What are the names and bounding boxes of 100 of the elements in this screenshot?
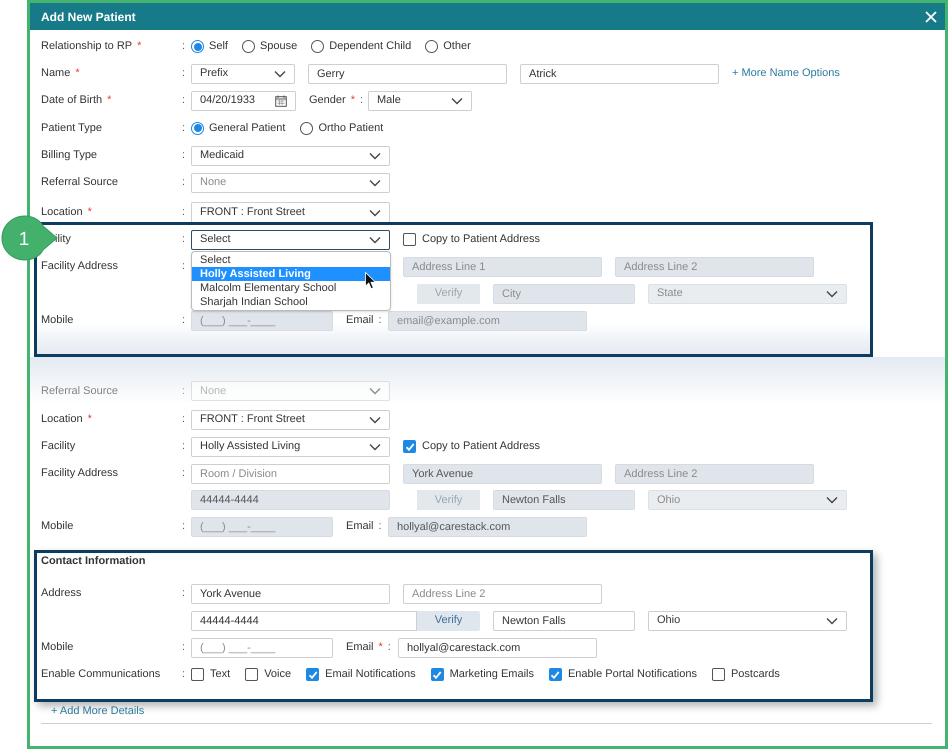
- radio-button[interactable]: [242, 40, 255, 53]
- checkbox-label: Enable Portal Notifications: [568, 667, 697, 682]
- chevron-icon: [826, 290, 838, 298]
- dialog-title: Add New Patient: [41, 8, 136, 26]
- label-colon: :: [378, 313, 382, 328]
- checkbox[interactable]: [191, 668, 204, 681]
- field-label: Facility Address: [41, 259, 118, 274]
- dropdown-option[interactable]: Malcolm Elementary School: [192, 281, 390, 295]
- label-colon: :: [378, 519, 382, 534]
- radio-button[interactable]: [191, 122, 204, 134]
- radio-button[interactable]: [425, 40, 438, 53]
- required-mark: *: [75, 66, 80, 82]
- chevron-icon: [451, 96, 463, 104]
- checkbox-label: Postcards: [730, 667, 780, 682]
- checkmark-icon: [432, 670, 442, 680]
- dropdown[interactable]: Select: [191, 230, 390, 250]
- dropdown-option[interactable]: Select: [192, 253, 390, 267]
- label-colon: :: [182, 640, 186, 656]
- dropdown[interactable]: Medicaid: [191, 146, 390, 166]
- checkbox-label: Copy to Patient Address: [422, 232, 540, 248]
- date-field[interactable]: 04/20/1933: [191, 90, 296, 110]
- label-colon: :: [182, 66, 186, 82]
- input-field[interactable]: 44444-4444: [191, 610, 417, 630]
- checkbox[interactable]: [403, 440, 416, 453]
- field-label: Patient Type: [41, 120, 102, 136]
- label-colon: :: [182, 175, 186, 190]
- label-colon: :: [182, 667, 186, 682]
- field-label: Mobile: [41, 519, 74, 534]
- field-label: Referral Source: [41, 384, 118, 399]
- input-field[interactable]: (___) ___-____: [191, 638, 333, 658]
- field-label: Mobile: [41, 313, 74, 328]
- verify-button[interactable]: Verify: [417, 610, 480, 630]
- checkbox[interactable]: [712, 668, 725, 681]
- label-colon: :: [182, 466, 186, 482]
- input-field[interactable]: hollyal@carestack.com: [398, 638, 597, 658]
- input-field[interactable]: Gerry: [308, 64, 507, 84]
- label-colon: :: [182, 384, 186, 399]
- dropdown[interactable]: Ohio: [648, 610, 847, 630]
- checkbox[interactable]: [548, 668, 562, 681]
- input-field[interactable]: Atrick: [520, 64, 719, 84]
- dropdown[interactable]: Prefix: [191, 64, 295, 84]
- label-colon: :: [182, 39, 186, 54]
- label-colon: :: [182, 148, 186, 164]
- checkbox[interactable]: [403, 233, 416, 246]
- chevron-icon: [369, 152, 381, 160]
- field-label: Address: [41, 586, 82, 602]
- input-field[interactable]: York Avenue: [191, 584, 390, 604]
- more-name-options-link[interactable]: + More Name Options: [732, 65, 840, 82]
- radio-label: Dependent Child: [329, 39, 412, 54]
- chevron-icon: [274, 70, 286, 78]
- radio-label: Self: [209, 39, 228, 54]
- radio-label: Ortho Patient: [318, 120, 384, 136]
- field-label: Email: [346, 313, 374, 328]
- chevron-icon: [826, 496, 838, 504]
- input-field[interactable]: Newton Falls: [493, 610, 635, 630]
- radio-button[interactable]: [311, 40, 324, 53]
- checkbox[interactable]: [245, 668, 258, 681]
- field-label: Mobile: [41, 640, 74, 656]
- calendar-icon: [275, 94, 287, 106]
- chevron-icon: [369, 416, 381, 424]
- input-field[interactable]: Room / Division: [191, 464, 390, 484]
- field-label: Date of Birth: [41, 93, 102, 108]
- chevron-icon: [369, 387, 381, 395]
- dropdown[interactable]: FRONT : Front Street: [191, 410, 390, 430]
- required-mark: *: [88, 205, 92, 220]
- field-label: Relationship to RP: [41, 39, 132, 54]
- radio-label: Spouse: [260, 39, 298, 54]
- required-mark: *: [378, 640, 383, 656]
- field-label: Gender: [309, 93, 346, 108]
- field-label: Referral Source: [41, 175, 118, 190]
- label-colon: :: [182, 120, 186, 136]
- chevron-icon: [369, 178, 381, 186]
- radio-label: Other: [443, 39, 471, 54]
- checkmark-icon: [308, 670, 318, 680]
- input-field[interactable]: Address Line 2: [403, 584, 602, 604]
- field-label: Facility Address: [41, 466, 118, 482]
- radio-button[interactable]: [191, 40, 204, 53]
- chevron-icon: [369, 208, 381, 216]
- required-mark: *: [107, 93, 112, 108]
- label-colon: :: [182, 412, 186, 428]
- field-label: Email: [346, 640, 374, 656]
- radio-button[interactable]: [300, 122, 314, 134]
- section-heading: Contact Information: [41, 554, 146, 569]
- checkbox[interactable]: [306, 668, 320, 681]
- field-label: Location: [41, 205, 83, 220]
- dropdown[interactable]: Holly Assisted Living: [191, 436, 390, 456]
- dropdown[interactable]: FRONT : Front Street: [191, 202, 390, 222]
- chevron-icon: [369, 236, 381, 244]
- chevron-icon: [826, 616, 838, 624]
- chevron-icon: [369, 442, 381, 450]
- label-colon: :: [182, 519, 186, 534]
- checkbox-label: Email Notifications: [325, 667, 416, 682]
- field-label: Billing Type: [41, 148, 98, 164]
- add-more-details-link[interactable]: + Add More Details: [51, 702, 144, 720]
- checkbox-label: Marketing Emails: [450, 667, 534, 682]
- dropdown[interactable]: Male: [368, 90, 472, 110]
- field-label: Location: [41, 412, 83, 428]
- dropdown-option[interactable]: Sharjah Indian School: [192, 295, 390, 309]
- required-mark: *: [350, 93, 355, 108]
- checkbox[interactable]: [430, 668, 444, 681]
